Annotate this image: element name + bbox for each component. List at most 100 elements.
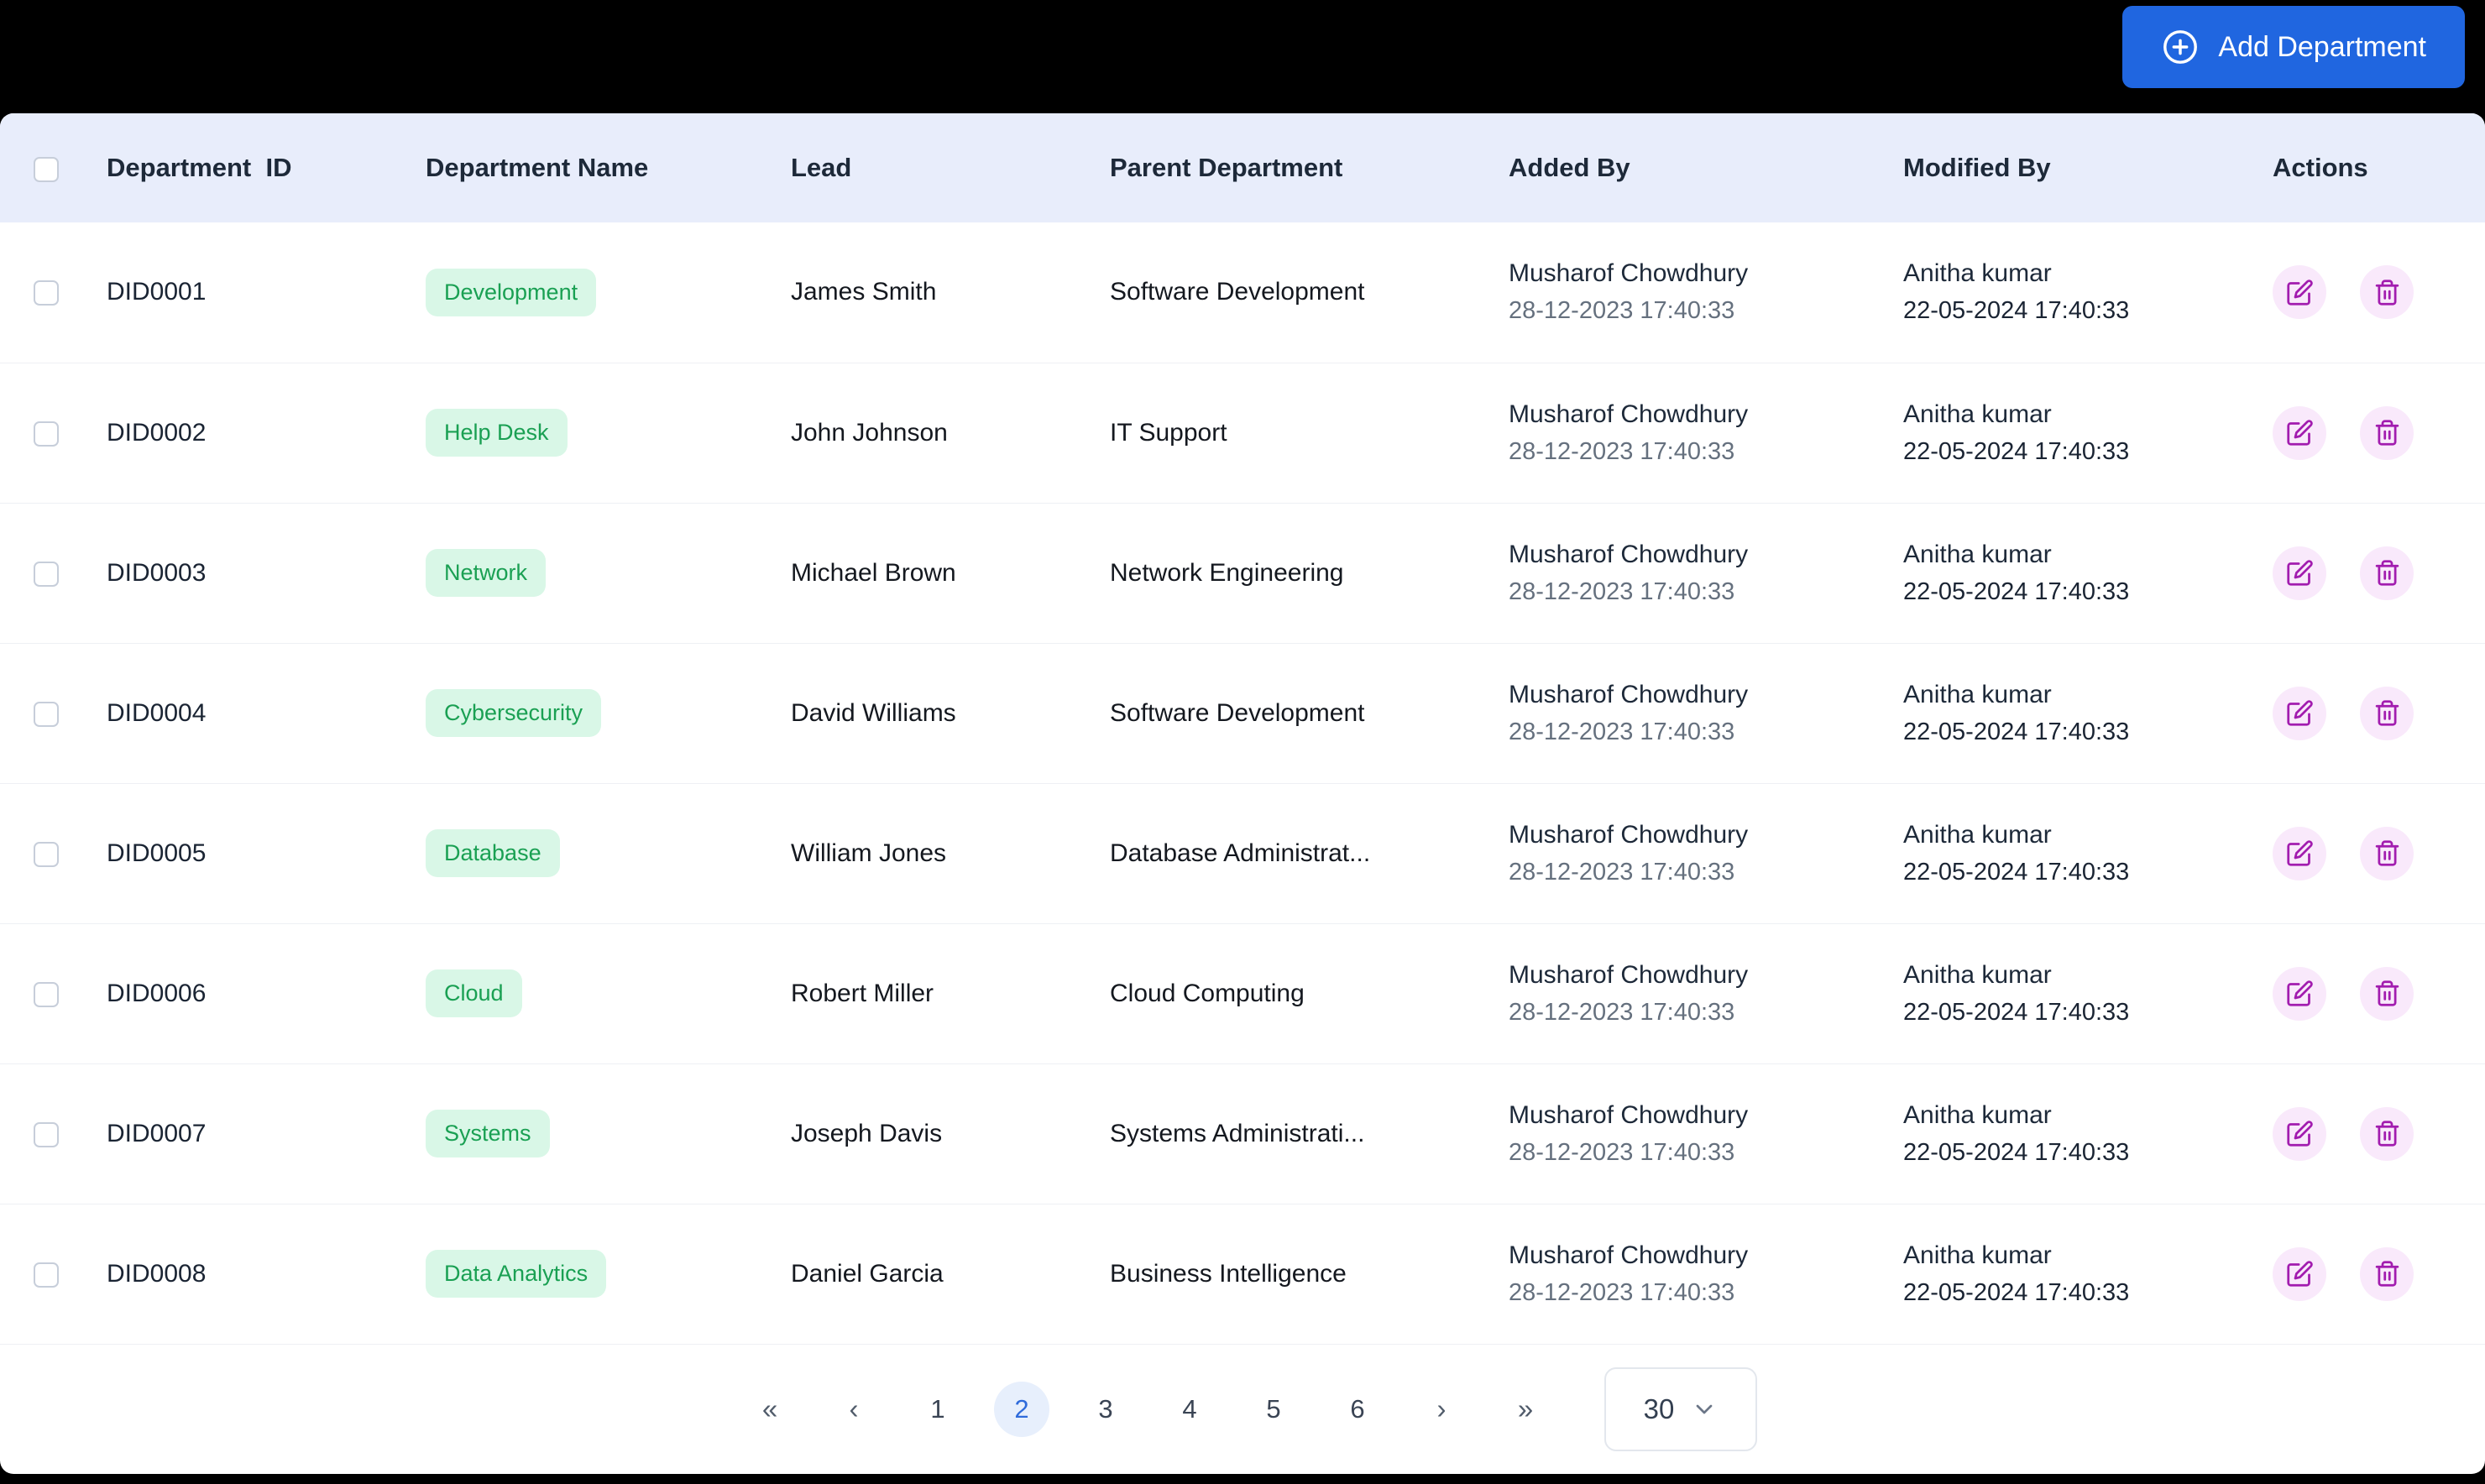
department-id-cell: DID0003 bbox=[76, 503, 395, 644]
department-name-badge: Cloud bbox=[426, 969, 522, 1017]
delete-button[interactable] bbox=[2360, 1106, 2414, 1161]
department-name-badge: Data Analytics bbox=[426, 1250, 607, 1298]
table-body: DID0001 Development James Smith Software… bbox=[0, 222, 2485, 1345]
delete-button[interactable] bbox=[2360, 265, 2414, 320]
added-by-name: Musharof Chowdhury bbox=[1509, 820, 1749, 849]
modified-by-cell: Anitha kumar 22-05-2024 17:40:33 bbox=[1872, 1204, 2242, 1345]
added-by-cell: Musharof Chowdhury 28-12-2023 17:40:33 bbox=[1478, 1204, 1872, 1345]
delete-button[interactable] bbox=[2360, 826, 2414, 880]
added-by-name: Musharof Chowdhury bbox=[1509, 960, 1749, 989]
row-checkbox[interactable] bbox=[34, 561, 59, 587]
row-checkbox[interactable] bbox=[34, 280, 59, 306]
modified-by-name: Anitha kumar bbox=[1903, 680, 2052, 708]
department-name-cell: Network bbox=[395, 503, 760, 644]
pagination-page-5[interactable]: 5 bbox=[1246, 1382, 1301, 1437]
added-by-cell: Musharof Chowdhury 28-12-2023 17:40:33 bbox=[1478, 363, 1872, 504]
delete-button[interactable] bbox=[2360, 686, 2414, 740]
edit-button[interactable] bbox=[2273, 405, 2326, 460]
delete-button[interactable] bbox=[2360, 1246, 2414, 1301]
added-by-timestamp: 28-12-2023 17:40:33 bbox=[1509, 718, 1735, 745]
department-id-cell: DID0002 bbox=[76, 363, 395, 504]
table-row: DID0003 Network Michael Brown Network En… bbox=[0, 503, 2485, 644]
added-by-name: Musharof Chowdhury bbox=[1509, 400, 1749, 428]
modified-by-timestamp: 22-05-2024 17:40:33 bbox=[1903, 998, 2130, 1026]
actions-cell bbox=[2242, 222, 2485, 363]
department-name-cell: Cybersecurity bbox=[395, 643, 760, 784]
add-department-button[interactable]: Add Department bbox=[2122, 6, 2465, 88]
page-size-select[interactable]: 30 bbox=[1604, 1366, 1757, 1451]
department-name-badge: Cybersecurity bbox=[426, 689, 602, 737]
pagination: « ‹ 1 2 3 4 5 6 › » 30 bbox=[0, 1345, 2485, 1475]
edit-button[interactable] bbox=[2273, 826, 2326, 880]
added-by-name: Musharof Chowdhury bbox=[1509, 1241, 1749, 1269]
department-id-cell: DID0005 bbox=[76, 783, 395, 924]
department-name-badge: Network bbox=[426, 549, 547, 597]
row-checkbox[interactable] bbox=[34, 1121, 59, 1147]
edit-button[interactable] bbox=[2273, 265, 2326, 320]
pagination-page-4[interactable]: 4 bbox=[1162, 1382, 1217, 1437]
top-bar: Add Department bbox=[0, 0, 2485, 113]
modified-by-cell: Anitha kumar 22-05-2024 17:40:33 bbox=[1872, 363, 2242, 504]
chevron-down-icon bbox=[1691, 1396, 1718, 1423]
delete-button[interactable] bbox=[2360, 546, 2414, 600]
added-by-cell: Musharof Chowdhury 28-12-2023 17:40:33 bbox=[1478, 1063, 1872, 1204]
table-row: DID0002 Help Desk John Johnson IT Suppor… bbox=[0, 363, 2485, 504]
select-all-checkbox[interactable] bbox=[34, 156, 59, 182]
table-row: DID0001 Development James Smith Software… bbox=[0, 222, 2485, 363]
edit-button[interactable] bbox=[2273, 966, 2326, 1021]
table-row: DID0004 Cybersecurity David Williams Sof… bbox=[0, 643, 2485, 784]
delete-button[interactable] bbox=[2360, 405, 2414, 460]
pagination-first-button[interactable]: « bbox=[742, 1382, 798, 1437]
trash-icon bbox=[2373, 1120, 2401, 1147]
actions-cell bbox=[2242, 643, 2485, 784]
added-by-name: Musharof Chowdhury bbox=[1509, 259, 1749, 288]
row-checkbox[interactable] bbox=[34, 421, 59, 447]
pagination-page-6[interactable]: 6 bbox=[1330, 1382, 1385, 1437]
actions-cell bbox=[2242, 923, 2485, 1064]
trash-icon bbox=[2373, 559, 2401, 587]
pagination-last-button[interactable]: » bbox=[1498, 1382, 1553, 1437]
pagination-page-2-active[interactable]: 2 bbox=[994, 1381, 1049, 1437]
trash-icon bbox=[2373, 980, 2401, 1007]
added-by-cell: Musharof Chowdhury 28-12-2023 17:40:33 bbox=[1478, 923, 1872, 1064]
pagination-page-1[interactable]: 1 bbox=[910, 1382, 965, 1437]
department-name-cell: Help Desk bbox=[395, 363, 760, 504]
pagination-page-3[interactable]: 3 bbox=[1078, 1382, 1133, 1437]
parent-department-cell: Software Development bbox=[1079, 222, 1478, 363]
added-by-timestamp: 28-12-2023 17:40:33 bbox=[1509, 297, 1735, 325]
parent-department-cell: Business Intelligence bbox=[1079, 1204, 1478, 1345]
actions-cell bbox=[2242, 503, 2485, 644]
actions-cell bbox=[2242, 1063, 2485, 1204]
modified-by-timestamp: 22-05-2024 17:40:33 bbox=[1903, 1138, 2130, 1166]
departments-table-panel: Department ID Department Name Lead Paren… bbox=[0, 113, 2485, 1474]
modified-by-cell: Anitha kumar 22-05-2024 17:40:33 bbox=[1872, 503, 2242, 644]
edit-button[interactable] bbox=[2273, 686, 2326, 740]
edit-button[interactable] bbox=[2273, 546, 2326, 600]
pagination-next-button[interactable]: › bbox=[1414, 1382, 1469, 1437]
department-id-cell: DID0008 bbox=[76, 1204, 395, 1345]
header-modified-by: Modified By bbox=[1872, 113, 2242, 222]
modified-by-cell: Anitha kumar 22-05-2024 17:40:33 bbox=[1872, 783, 2242, 924]
row-checkbox[interactable] bbox=[34, 701, 59, 727]
added-by-name: Musharof Chowdhury bbox=[1509, 540, 1749, 568]
edit-button[interactable] bbox=[2273, 1106, 2326, 1161]
add-department-label: Add Department bbox=[2218, 30, 2426, 63]
row-checkbox[interactable] bbox=[34, 1262, 59, 1288]
table-row: DID0006 Cloud Robert Miller Cloud Comput… bbox=[0, 923, 2485, 1064]
edit-button[interactable] bbox=[2273, 1246, 2326, 1301]
row-checkbox[interactable] bbox=[34, 981, 59, 1007]
row-checkbox[interactable] bbox=[34, 841, 59, 867]
lead-cell: James Smith bbox=[760, 222, 1079, 363]
added-by-timestamp: 28-12-2023 17:40:33 bbox=[1509, 577, 1735, 605]
modified-by-cell: Anitha kumar 22-05-2024 17:40:33 bbox=[1872, 222, 2242, 363]
modified-by-timestamp: 22-05-2024 17:40:33 bbox=[1903, 858, 2130, 886]
department-name-badge: Database bbox=[426, 829, 560, 877]
parent-department-cell: Network Engineering bbox=[1079, 503, 1478, 644]
department-name-badge: Systems bbox=[426, 1110, 550, 1157]
delete-button[interactable] bbox=[2360, 966, 2414, 1021]
pagination-prev-button[interactable]: ‹ bbox=[826, 1382, 882, 1437]
modified-by-name: Anitha kumar bbox=[1903, 540, 2052, 568]
parent-department-cell: Cloud Computing bbox=[1079, 923, 1478, 1064]
department-name-badge: Help Desk bbox=[426, 409, 568, 457]
modified-by-timestamp: 22-05-2024 17:40:33 bbox=[1903, 297, 2130, 325]
